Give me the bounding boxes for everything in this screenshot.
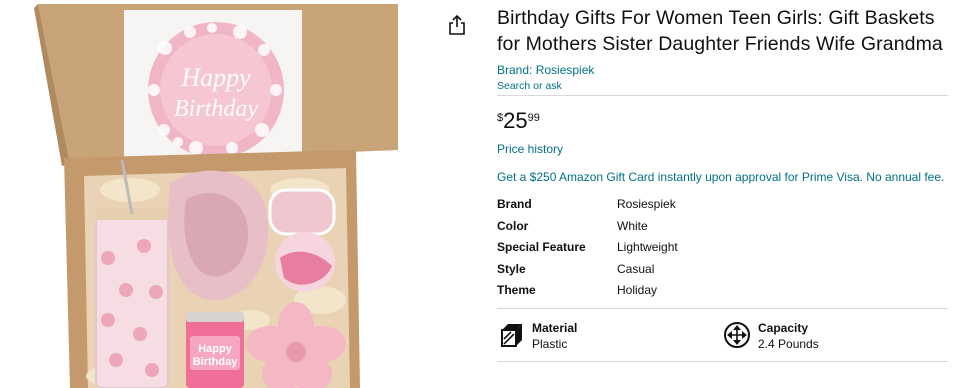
card-text-line1: Happy	[180, 63, 251, 92]
spec-row-color: Color White	[497, 216, 678, 238]
glass-cup	[95, 215, 169, 388]
spec-label: Style	[497, 261, 526, 276]
feature-highlights: Material Plastic Capacity 2.4 Pounds	[497, 309, 949, 361]
brand-link[interactable]: Brand: Rosiespiek	[497, 63, 949, 77]
feature-label: Material	[532, 320, 578, 335]
price: $ 25 99	[497, 110, 949, 132]
hair-clips	[268, 188, 336, 236]
product-details: Birthday Gifts For Women Teen Girls: Gif…	[497, 0, 949, 362]
price-history-link[interactable]: Price history	[497, 142, 949, 156]
spec-row-style: Style Casual	[497, 259, 678, 281]
price-fraction: 99	[527, 112, 540, 124]
spec-value: Casual	[617, 261, 655, 276]
feature-value: 2.4 Pounds	[758, 336, 819, 351]
material-icon	[501, 323, 522, 347]
feature-label: Capacity	[758, 320, 809, 335]
spec-value: Holiday	[617, 283, 658, 297]
gift-box-illustration: Happy Birthday Happy Birthday	[34, 4, 398, 388]
feature-material: Material Plastic	[497, 320, 723, 352]
candle-text-line1: Happy	[198, 343, 233, 355]
prime-visa-promo-link[interactable]: Get a $250 Amazon Gift Card instantly up…	[497, 170, 949, 184]
spec-value: Lightweight	[617, 240, 678, 254]
product-title: Birthday Gifts For Women Teen Girls: Gif…	[497, 7, 943, 55]
divider	[497, 360, 948, 362]
spec-value: White	[617, 218, 648, 233]
spec-label: Brand	[497, 197, 532, 211]
spec-label: Color	[497, 218, 529, 233]
spec-label: Theme	[497, 283, 536, 297]
card-text-line2: Birthday	[174, 96, 258, 122]
divider	[497, 95, 948, 96]
feature-value: Plastic	[532, 336, 568, 351]
spec-value: Rosiespiek	[617, 197, 676, 211]
share-button[interactable]	[448, 14, 466, 36]
product-image[interactable]: Happy Birthday Happy Birthday	[0, 0, 400, 388]
spec-row-special-feature: Special Feature Lightweight	[497, 237, 678, 259]
feature-capacity: Capacity 2.4 Pounds	[723, 320, 949, 352]
capacity-icon	[724, 321, 750, 348]
price-whole: 25	[503, 108, 528, 133]
search-or-ask-link[interactable]: Search or ask	[497, 80, 949, 93]
spec-row-brand: Brand Rosiespiek	[497, 194, 678, 216]
candle-text-line2: Birthday	[193, 356, 239, 368]
spec-row-theme: Theme Holiday	[497, 280, 678, 302]
share-icon	[449, 14, 465, 35]
spec-table: Brand Rosiespiek Color White Special Fea…	[497, 194, 678, 302]
spec-label: Special Feature	[497, 240, 586, 254]
